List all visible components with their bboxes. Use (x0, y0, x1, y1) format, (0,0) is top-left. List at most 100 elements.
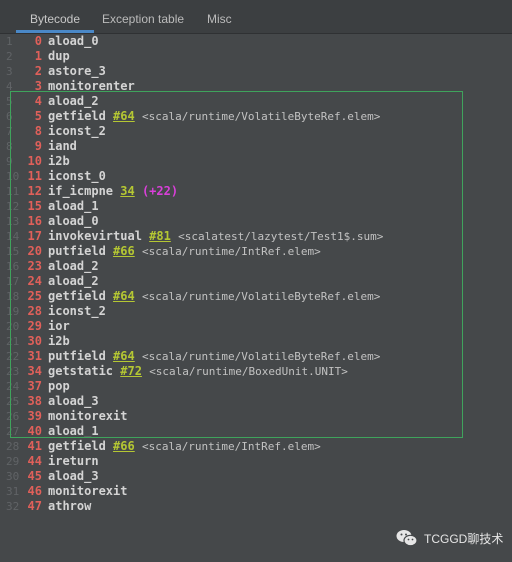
line-number: 1 (6, 35, 13, 48)
instruction: aload_3 (48, 469, 99, 484)
code-line[interactable]: 9 10 i2b (0, 154, 512, 169)
code-line[interactable]: 2 1 dup (0, 49, 512, 64)
line-number: 29 (6, 455, 20, 468)
code-line[interactable]: 4 3 monitorenter (0, 79, 512, 94)
opcode: athrow (48, 499, 92, 513)
code-line[interactable]: 26 39 monitorexit (0, 409, 512, 424)
line-number: 21 (6, 335, 20, 348)
bytecode-listing: 1 0 aload_0 2 1 dup 3 2 astore_3 4 3 monitorenter 5 4… (0, 34, 512, 514)
constant-pool-ref-link[interactable]: #66 (113, 439, 135, 453)
instruction: i2b (48, 334, 70, 349)
line-number: 12 (6, 200, 20, 213)
code-line[interactable]: 14 17 invokevirtual #81 <scalatest/lazytes… (0, 229, 512, 244)
opcode: iconst_0 (48, 169, 106, 183)
instruction: aload_2 (48, 274, 99, 289)
opcode: getfield (48, 439, 106, 453)
bytecode-offset: 39 (27, 409, 42, 423)
code-line[interactable]: 31 46 monitorexit (0, 484, 512, 499)
opcode: putfield (48, 244, 106, 258)
code-line[interactable]: 30 45 aload_3 (0, 469, 512, 484)
code-line[interactable]: 24 37 pop (0, 379, 512, 394)
opcode: astore_3 (48, 64, 106, 78)
instruction: monitorenter (48, 79, 135, 94)
bytecode-offset: 11 (27, 169, 42, 183)
opcode: aload_2 (48, 259, 99, 273)
instruction: aload_0 (48, 214, 99, 229)
opcode: monitorenter (48, 79, 135, 93)
member-comment: <scala/runtime/VolatileByteRef.elem> (141, 110, 381, 123)
code-line[interactable]: 1 0 aload_0 (0, 34, 512, 49)
constant-pool-ref-link[interactable]: 34 (120, 184, 134, 198)
code-line[interactable]: 32 47 athrow (0, 499, 512, 514)
code-line[interactable]: 5 4 aload_2 (0, 94, 512, 109)
opcode: monitorexit (48, 409, 128, 423)
code-line[interactable]: 17 24 aload_2 (0, 274, 512, 289)
line-number: 5 (6, 95, 13, 108)
code-line[interactable]: 27 40 aload_1 (0, 424, 512, 439)
code-line[interactable]: 8 9 iand (0, 139, 512, 154)
instruction: aload_3 (48, 394, 99, 409)
opcode: putfield (48, 349, 106, 363)
opcode: aload_1 (48, 199, 99, 213)
line-number: 18 (6, 290, 20, 303)
constant-pool-ref-link[interactable]: #64 (113, 289, 135, 303)
constant-pool-ref-link[interactable]: #66 (113, 244, 135, 258)
constant-pool-ref-link[interactable]: #64 (113, 109, 135, 123)
instruction: athrow (48, 499, 91, 514)
opcode: pop (48, 379, 70, 393)
code-line[interactable]: 29 44 ireturn (0, 454, 512, 469)
bytecode-offset: 24 (27, 274, 42, 288)
line-number: 22 (6, 350, 20, 363)
code-line[interactable]: 28 41 getfield #66 <scala/runtime/IntRef.e… (0, 439, 512, 454)
code-line[interactable]: 20 29 ior (0, 319, 512, 334)
instruction: getstatic #72 <scala/runtime/BoxedUnit.U… (48, 364, 348, 379)
constant-pool-ref-link[interactable]: #81 (149, 229, 171, 243)
opcode: getfield (48, 289, 106, 303)
code-line[interactable]: 22 31 putfield #64 <scala/runtime/Volatile… (0, 349, 512, 364)
member-comment: <scala/runtime/VolatileByteRef.elem> (141, 350, 381, 363)
code-line[interactable]: 6 5 getfield #64 <scala/runtime/VolatileBy… (0, 109, 512, 124)
bytecode-offset: 28 (27, 304, 42, 318)
line-number: 25 (6, 395, 20, 408)
bytecode-offset: 10 (27, 154, 42, 168)
bytecode-offset: 23 (27, 259, 42, 273)
line-number: 4 (6, 80, 13, 93)
instruction: aload_0 (48, 34, 99, 49)
bytecode-offset: 0 (34, 34, 42, 48)
opcode: getfield (48, 109, 106, 123)
bytecode-offset: 31 (27, 349, 42, 363)
code-line[interactable]: 3 2 astore_3 (0, 64, 512, 79)
line-number: 9 (6, 155, 13, 168)
opcode: iconst_2 (48, 304, 106, 318)
bytecode-offset: 9 (34, 139, 42, 153)
constant-pool-ref-link[interactable]: #64 (113, 349, 135, 363)
opcode: aload_2 (48, 274, 99, 288)
bytecode-offset: 15 (27, 199, 42, 213)
code-line[interactable]: 11 12 if_icmpne 34 (+22) (0, 184, 512, 199)
instruction: monitorexit (48, 484, 127, 499)
code-line[interactable]: 18 25 getfield #64 <scala/runtime/Volatile… (0, 289, 512, 304)
code-line[interactable]: 21 30 i2b (0, 334, 512, 349)
bytecode-offset: 8 (34, 124, 42, 138)
code-line[interactable]: 15 20 putfield #66 <scala/runtime/IntRef.e… (0, 244, 512, 259)
code-line[interactable]: 25 38 aload_3 (0, 394, 512, 409)
code-line[interactable]: 12 15 aload_1 (0, 199, 512, 214)
line-number: 10 (6, 170, 20, 183)
bytecode-offset: 34 (27, 364, 42, 378)
bytecode-offset: 17 (27, 229, 42, 243)
instruction: pop (48, 379, 70, 394)
code-line[interactable]: 19 28 iconst_2 (0, 304, 512, 319)
bytecode-offset: 38 (27, 394, 42, 408)
code-line[interactable]: 23 34 getstatic #72 <scala/runtime/BoxedUn… (0, 364, 512, 379)
member-comment: <scala/runtime/IntRef.elem> (141, 440, 321, 453)
tab-bytecode[interactable]: Bytecode (16, 0, 95, 33)
tab-exception-table[interactable]: Exception table (88, 0, 198, 33)
code-line[interactable]: 13 16 aload_0 (0, 214, 512, 229)
instruction: i2b (48, 154, 70, 169)
tab-misc[interactable]: Misc (193, 0, 246, 33)
code-line[interactable]: 7 8 iconst_2 (0, 124, 512, 139)
line-number: 26 (6, 410, 20, 423)
constant-pool-ref-link[interactable]: #72 (120, 364, 142, 378)
code-line[interactable]: 10 11 iconst_0 (0, 169, 512, 184)
code-line[interactable]: 16 23 aload_2 (0, 259, 512, 274)
